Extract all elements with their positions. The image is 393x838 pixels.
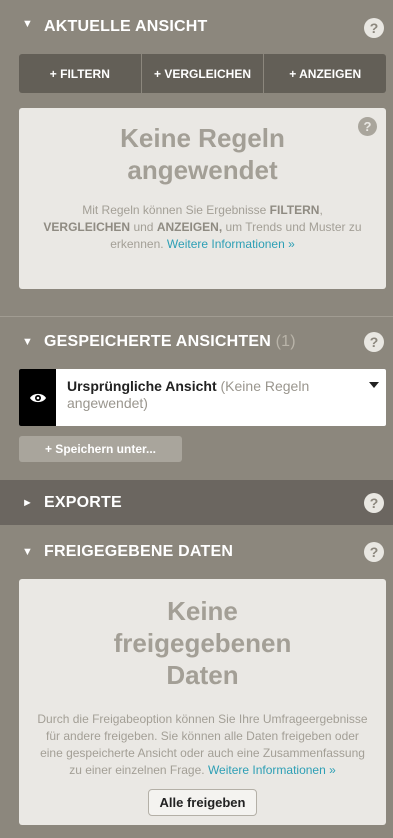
saved-view-name: Ursprüngliche Ansicht [67,378,217,394]
compare-button[interactable]: + VERGLEICHEN [142,54,265,93]
learn-more-link[interactable]: Weitere Informationen » [208,763,336,777]
section-divider [0,316,393,317]
no-shared-data-box: Keine freigegebenen Daten Durch die Frei… [19,579,386,825]
saved-views-section: ▼ GESPEICHERTE ANSICHTEN (1) ? [0,324,393,360]
rules-text-compare: VERGLEICHEN [43,220,131,234]
collapse-triangle-icon: ▼ [22,18,33,30]
saved-views-title: GESPEICHERTE ANSICHTEN [44,333,271,350]
save-as-button[interactable]: + Speichern unter... [19,436,182,462]
learn-more-link[interactable]: Weitere Informationen » [167,237,295,251]
current-view-section: ▼ AKTUELLE ANSICHT ? [0,0,393,56]
help-icon[interactable]: ? [358,117,377,136]
saved-view-text: Ursprüngliche Ansicht (Keine Regeln ange… [56,369,362,426]
saved-views-header[interactable]: ▼ GESPEICHERTE ANSICHTEN (1) ? [0,324,393,360]
current-view-title: AKTUELLE ANSICHT [44,18,208,35]
filter-button[interactable]: + FILTERN [19,54,142,93]
help-icon[interactable]: ? [364,18,384,38]
help-icon[interactable]: ? [364,332,384,352]
help-icon[interactable]: ? [364,492,384,513]
no-shared-data-title: Keine freigegebenen Daten [113,596,292,690]
exports-title: EXPORTE [44,493,122,511]
rules-text-part: Mit Regeln können Sie Ergebnisse [82,203,270,217]
current-view-header[interactable]: ▼ AKTUELLE ANSICHT ? [0,0,393,56]
collapse-triangle-icon: ▼ [22,336,33,348]
saved-views-count: (1) [275,333,296,350]
no-rules-text: Mit Regeln können Sie Ergebnisse FILTERN… [43,202,362,253]
help-icon[interactable]: ? [364,542,384,562]
no-shared-data-text: Durch die Freigabeoption können Sie Ihre… [35,711,370,779]
shared-data-header[interactable]: ▼ FREIGEGEBENE DATEN ? [0,534,393,570]
exports-header[interactable]: ► EXPORTE ? [0,480,393,525]
no-rules-box: ? Keine Regeln angewendet Mit Regeln kön… [19,108,386,289]
rules-text-part: und [130,220,157,234]
share-all-button[interactable]: Alle freigeben [147,789,258,816]
rules-text-part: , [319,203,323,217]
eye-icon[interactable] [19,369,56,426]
no-rules-title: Keine Regeln angewendet [120,123,285,185]
expand-triangle-icon: ► [22,496,33,509]
collapse-triangle-icon: ▼ [22,546,33,558]
exports-section: ► EXPORTE ? [0,480,393,525]
shared-data-section: ▼ FREIGEGEBENE DATEN ? [0,534,393,570]
chevron-down-icon[interactable] [362,369,386,426]
rule-buttons: + FILTERN + VERGLEICHEN + ANZEIGEN [19,54,386,93]
saved-view-item[interactable]: Ursprüngliche Ansicht (Keine Regeln ange… [19,369,386,426]
rules-text-filter: FILTERN [269,203,320,217]
shared-data-title: FREIGEGEBENE DATEN [44,543,234,560]
rules-text-show: ANZEIGEN, [156,220,223,234]
show-button[interactable]: + ANZEIGEN [264,54,386,93]
saved-views-title-wrap: GESPEICHERTE ANSICHTEN (1) [44,333,364,351]
